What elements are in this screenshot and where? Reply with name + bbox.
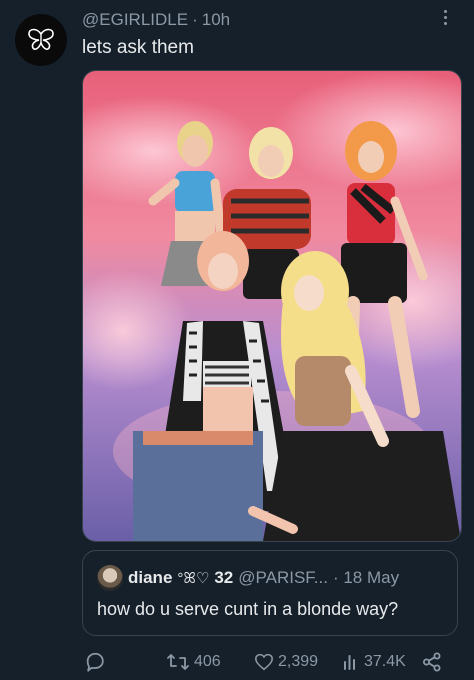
retweet-button[interactable]: 406 — [166, 652, 221, 672]
retweet-icon — [167, 654, 189, 670]
action-bar: 406 2,399 37.4K — [82, 650, 454, 674]
quoted-author-name[interactable]: diane — [128, 568, 172, 588]
quoted-tweet-text: how do u serve cunt in a blonde way? — [97, 599, 399, 619]
share-button[interactable] — [422, 652, 442, 672]
name-emoji: °ꕤ♡ — [177, 570, 210, 587]
avatar[interactable] — [97, 565, 123, 591]
quoted-date[interactable]: · 18 May — [333, 568, 399, 588]
views-count: 37.4K — [364, 653, 406, 670]
author-handle[interactable]: @EGIRLIDLE — [82, 10, 188, 30]
photo-illustration — [83, 71, 461, 541]
quoted-tweet-header: diane °ꕤ♡ 32 @PARISF... · 18 May — [97, 565, 447, 591]
like-button[interactable]: 2,399 — [254, 653, 318, 671]
share-icon — [423, 652, 441, 672]
retweet-count: 406 — [194, 653, 221, 670]
avatar[interactable] — [15, 14, 67, 66]
reply-icon — [86, 652, 104, 672]
views-button[interactable]: 37.4K — [342, 653, 406, 671]
tweet-header: @EGIRLIDLE · 10h — [82, 10, 444, 30]
quoted-tweet[interactable]: diane °ꕤ♡ 32 @PARISF... · 18 May how do … — [82, 550, 458, 636]
tweet-text: lets ask them — [82, 37, 194, 58]
tweet-photo[interactable] — [82, 70, 462, 542]
heart-icon — [255, 653, 273, 671]
reply-button[interactable] — [84, 651, 106, 673]
more-icon[interactable] — [438, 10, 452, 25]
separator: · — [192, 10, 198, 29]
quoted-author-handle[interactable]: @PARISF... — [238, 568, 328, 588]
name-badge: 32 — [214, 568, 234, 587]
tweet: @EGIRLIDLE · 10h lets ask them diane °ꕤ♡… — [0, 0, 474, 680]
timestamp[interactable]: 10h — [202, 10, 230, 30]
views-icon — [344, 655, 355, 670]
like-count: 2,399 — [278, 653, 319, 670]
butterfly-icon — [28, 28, 54, 50]
